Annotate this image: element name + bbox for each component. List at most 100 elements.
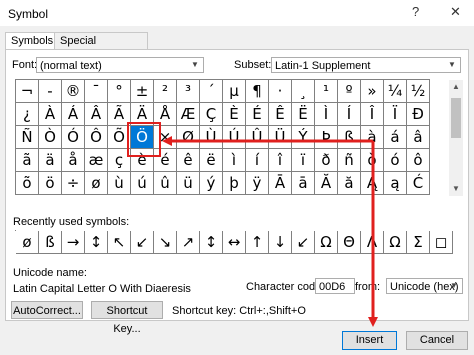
- shortcut-key-button[interactable]: Shortcut Key...: [91, 301, 163, 335]
- symbol-cell[interactable]: Ô: [85, 126, 108, 149]
- symbol-cell[interactable]: Ç: [200, 103, 223, 126]
- symbol-cell[interactable]: °: [108, 80, 131, 103]
- symbol-cell[interactable]: Æ: [177, 103, 200, 126]
- symbol-cell[interactable]: ´: [200, 80, 223, 103]
- symbol-cell[interactable]: ÿ: [246, 172, 269, 195]
- symbol-cell[interactable]: ă: [338, 172, 361, 195]
- recent-symbol-cell[interactable]: ↙: [292, 231, 315, 254]
- symbol-cell[interactable]: Ü: [269, 126, 292, 149]
- symbol-cell[interactable]: ¹: [315, 80, 338, 103]
- recent-symbol-cell[interactable]: →: [62, 231, 85, 254]
- symbol-cell[interactable]: µ: [223, 80, 246, 103]
- recent-symbol-cell[interactable]: ß: [39, 231, 62, 254]
- symbol-cell[interactable]: Þ: [315, 126, 338, 149]
- scroll-up-icon[interactable]: ▲: [449, 80, 463, 94]
- symbol-cell[interactable]: »: [361, 80, 384, 103]
- recent-symbol-cell[interactable]: ↗: [177, 231, 200, 254]
- symbol-cell[interactable]: Ò: [39, 126, 62, 149]
- symbol-cell[interactable]: Ú: [223, 126, 246, 149]
- recent-symbol-cell[interactable]: Ω: [384, 231, 407, 254]
- symbol-cell[interactable]: Ó: [62, 126, 85, 149]
- symbol-cell[interactable]: Á: [62, 103, 85, 126]
- symbol-cell[interactable]: º: [338, 80, 361, 103]
- symbol-cell[interactable]: ±: [131, 80, 154, 103]
- symbol-cell[interactable]: ¼: [384, 80, 407, 103]
- symbol-cell[interactable]: Ñ: [16, 126, 39, 149]
- symbol-cell[interactable]: ð: [315, 149, 338, 172]
- symbol-cell[interactable]: ì: [223, 149, 246, 172]
- symbol-cell[interactable]: ą: [384, 172, 407, 195]
- symbol-cell[interactable]: ó: [384, 149, 407, 172]
- symbol-cell[interactable]: ¶: [246, 80, 269, 103]
- font-select[interactable]: (normal text) ▼: [36, 57, 204, 73]
- symbol-cell[interactable]: û: [154, 172, 177, 195]
- symbol-cell[interactable]: å: [62, 149, 85, 172]
- recent-symbol-cell[interactable]: ↘: [154, 231, 177, 254]
- symbol-cell[interactable]: í: [246, 149, 269, 172]
- symbol-cell[interactable]: ß: [338, 126, 361, 149]
- char-code-input[interactable]: 00D6: [315, 278, 355, 294]
- close-icon[interactable]: ✕: [450, 4, 461, 20]
- symbol-cell[interactable]: þ: [223, 172, 246, 195]
- recent-symbol-cell[interactable]: ↙: [131, 231, 154, 254]
- symbol-cell[interactable]: Î: [361, 103, 384, 126]
- symbol-cell[interactable]: -: [39, 80, 62, 103]
- symbol-cell[interactable]: Â: [85, 103, 108, 126]
- recent-symbol-cell[interactable]: ↖: [108, 231, 131, 254]
- symbol-cell[interactable]: à: [361, 126, 384, 149]
- recent-symbol-cell[interactable]: ↔: [223, 231, 246, 254]
- symbol-cell[interactable]: Ø: [177, 126, 200, 149]
- symbol-cell[interactable]: ®: [62, 80, 85, 103]
- symbol-cell[interactable]: ò: [361, 149, 384, 172]
- symbol-cell[interactable]: Ą: [361, 172, 384, 195]
- symbol-cell[interactable]: Ì: [315, 103, 338, 126]
- symbol-cell[interactable]: Û: [246, 126, 269, 149]
- symbol-cell[interactable]: Ā: [269, 172, 292, 195]
- symbol-cell[interactable]: ā: [292, 172, 315, 195]
- symbol-cell[interactable]: ü: [177, 172, 200, 195]
- symbol-cell[interactable]: Í: [338, 103, 361, 126]
- symbol-cell[interactable]: Ï: [384, 103, 407, 126]
- recent-symbol-cell[interactable]: ↕: [200, 231, 223, 254]
- symbol-cell[interactable]: ô: [407, 149, 430, 172]
- symbol-cell[interactable]: õ: [16, 172, 39, 195]
- symbol-cell[interactable]: ¬: [16, 80, 39, 103]
- symbol-cell[interactable]: Ê: [269, 103, 292, 126]
- symbol-cell[interactable]: ¿: [16, 103, 39, 126]
- symbol-cell[interactable]: È: [223, 103, 246, 126]
- symbol-cell[interactable]: á: [384, 126, 407, 149]
- help-icon[interactable]: ?: [412, 4, 419, 19]
- symbol-cell[interactable]: ñ: [338, 149, 361, 172]
- symbol-cell[interactable]: ²: [154, 80, 177, 103]
- symbol-cell[interactable]: ³: [177, 80, 200, 103]
- symbol-cell[interactable]: Ă: [315, 172, 338, 195]
- recent-symbol-cell[interactable]: Σ: [407, 231, 430, 254]
- scroll-down-icon[interactable]: ▼: [449, 182, 463, 196]
- symbol-cell[interactable]: ø: [85, 172, 108, 195]
- symbol-cell[interactable]: Ù: [200, 126, 223, 149]
- symbol-cell[interactable]: ¯: [85, 80, 108, 103]
- recent-symbol-cell[interactable]: Θ: [338, 231, 361, 254]
- symbol-cell[interactable]: É: [246, 103, 269, 126]
- symbol-cell[interactable]: ý: [200, 172, 223, 195]
- symbol-cell[interactable]: æ: [85, 149, 108, 172]
- recent-symbol-cell[interactable]: ↕: [85, 231, 108, 254]
- symbol-cell[interactable]: ù: [108, 172, 131, 195]
- recent-symbol-cell[interactable]: ↓: [269, 231, 292, 254]
- symbol-cell[interactable]: ä: [39, 149, 62, 172]
- scroll-thumb[interactable]: [451, 98, 461, 138]
- symbol-cell[interactable]: ¸: [292, 80, 315, 103]
- recent-symbol-cell[interactable]: ø: [16, 231, 39, 254]
- tab-special-characters[interactable]: Special Characters: [54, 32, 148, 63]
- symbol-cell[interactable]: Ë: [292, 103, 315, 126]
- subset-select[interactable]: Latin-1 Supplement ▼: [271, 57, 461, 73]
- recent-symbol-cell[interactable]: Λ: [361, 231, 384, 254]
- from-select[interactable]: Unicode (hex) ▼: [386, 278, 463, 294]
- insert-button[interactable]: Insert: [342, 331, 397, 350]
- symbol-cell[interactable]: â: [407, 126, 430, 149]
- recent-symbol-cell[interactable]: Ω: [315, 231, 338, 254]
- symbol-cell[interactable]: ú: [131, 172, 154, 195]
- symbol-cell[interactable]: ö: [39, 172, 62, 195]
- symbol-cell[interactable]: ÷: [62, 172, 85, 195]
- symbol-cell[interactable]: À: [39, 103, 62, 126]
